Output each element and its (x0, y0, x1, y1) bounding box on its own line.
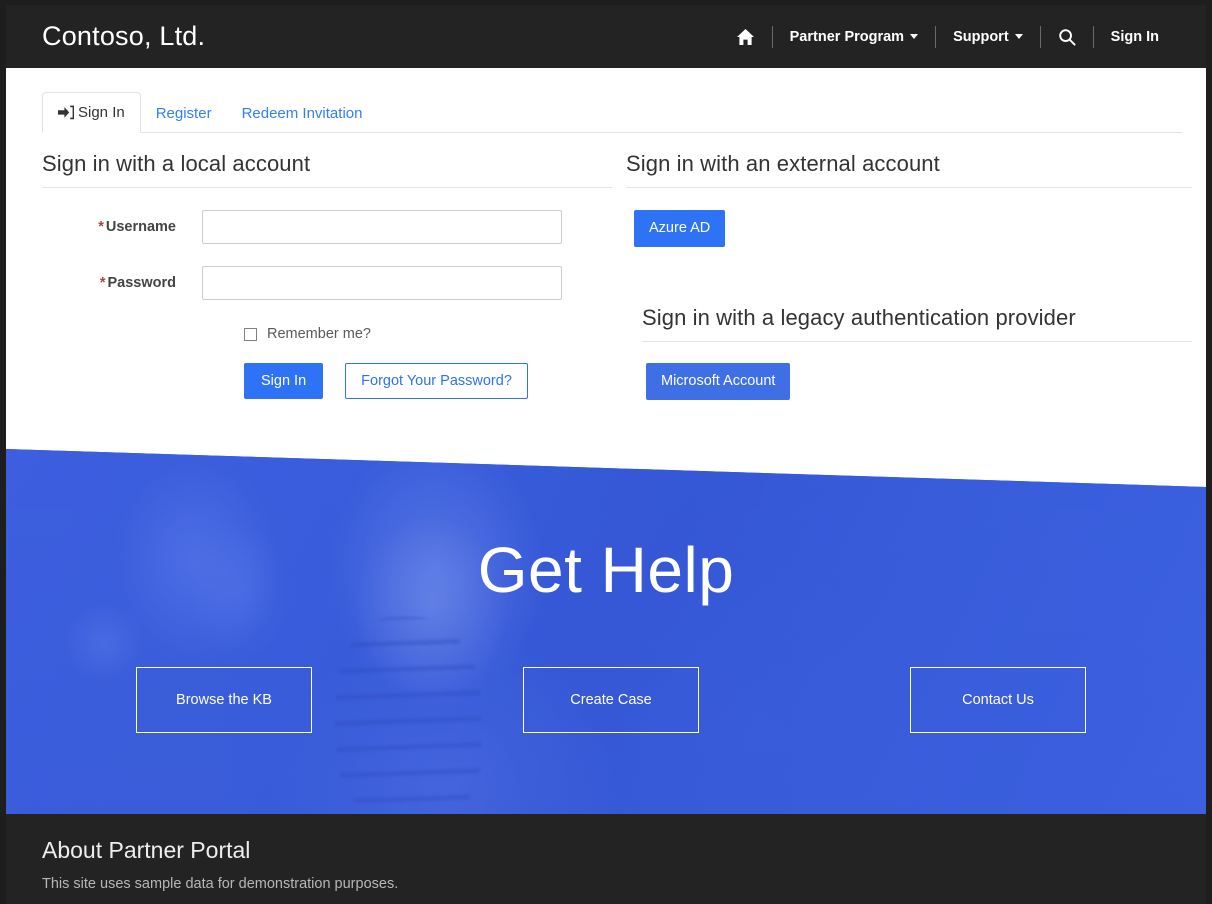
remember-me-row: Remember me? (244, 326, 612, 342)
tab-sign-in[interactable]: Sign In (42, 91, 141, 133)
hero-button-create-case[interactable]: Create Case (523, 667, 699, 733)
page-viewport: Contoso, Ltd. Partner Program Support Si… (6, 5, 1206, 904)
password-label: * Password (42, 275, 202, 291)
brand-logo[interactable]: Contoso, Ltd. (42, 21, 205, 52)
hero-banner: Get Help Browse the KB Create Case Conta… (6, 442, 1206, 814)
username-label-text: Username (105, 219, 176, 235)
provider-button-azure-ad[interactable]: Azure AD (634, 210, 726, 247)
external-account-section: Sign in with an external account Azure A… (626, 151, 1192, 400)
nav-home-link[interactable] (719, 5, 772, 68)
browser-frame: Contoso, Ltd. Partner Program Support Si… (0, 0, 1212, 904)
external-account-heading: Sign in with an external account (626, 151, 1192, 188)
legacy-provider-heading: Sign in with a legacy authentication pro… (642, 305, 1192, 342)
sign-in-icon (58, 105, 74, 120)
chevron-down-icon (1014, 34, 1023, 39)
nav-item-support[interactable]: Support (936, 5, 1040, 68)
page-footer: About Partner Portal This site uses samp… (6, 814, 1206, 904)
legacy-providers-list: Microsoft Account (646, 362, 1192, 400)
required-marker: * (99, 275, 106, 291)
required-marker: * (98, 219, 104, 235)
username-input[interactable] (202, 210, 562, 244)
tab-label: Register (155, 104, 212, 122)
hero-action-buttons: Browse the KB Create Case Contact Us (136, 667, 1086, 733)
search-icon (1058, 28, 1076, 46)
tab-redeem-invitation[interactable]: Redeem Invitation (227, 94, 378, 133)
forgot-password-button[interactable]: Forgot Your Password? (345, 363, 528, 400)
tab-label: Redeem Invitation (241, 104, 363, 122)
local-account-heading: Sign in with a local account (42, 151, 612, 188)
password-label-text: Password (107, 275, 177, 291)
footer-text: This site uses sample data for demonstra… (42, 876, 399, 892)
remember-me-label[interactable]: Remember me? (267, 326, 371, 342)
chevron-down-icon (910, 34, 919, 39)
password-input[interactable] (202, 266, 562, 300)
hero-color-overlay (6, 449, 1206, 814)
nav-right-group: Partner Program Support Sign In (719, 5, 1176, 68)
password-row: * Password (42, 266, 612, 300)
tab-register[interactable]: Register (141, 94, 227, 133)
hero-button-browse-the-kb[interactable]: Browse the KB (136, 667, 312, 733)
nav-item-partner-program[interactable]: Partner Program (773, 5, 935, 68)
local-actions-row: Sign In Forgot Your Password? (244, 363, 612, 400)
home-icon (736, 28, 755, 46)
local-account-section: Sign in with a local account * Username *… (42, 151, 612, 400)
username-label: * Username (42, 219, 202, 235)
username-row: * Username (42, 210, 612, 244)
provider-button-microsoft-account[interactable]: Microsoft Account (646, 362, 791, 400)
nav-item-label: Support (953, 28, 1009, 45)
sign-in-button[interactable]: Sign In (244, 363, 324, 400)
footer-title: About Partner Portal (42, 837, 251, 863)
hero-button-contact-us[interactable]: Contact Us (910, 667, 1086, 733)
auth-tab-list: Sign In Register Redeem Invitation (42, 87, 1182, 133)
tab-label: Sign In (78, 103, 125, 121)
nav-sign-in-label: Sign In (1110, 28, 1159, 45)
nav-sign-in-link[interactable]: Sign In (1094, 5, 1176, 68)
hero-clip-shape (6, 449, 1206, 814)
nav-item-label: Partner Program (789, 28, 905, 45)
top-navigation-bar: Contoso, Ltd. Partner Program Support Si… (6, 5, 1206, 68)
remember-me-checkbox[interactable] (244, 327, 257, 341)
external-providers-list: Azure AD (634, 210, 1192, 247)
nav-search-button[interactable] (1041, 5, 1093, 68)
hero-title: Get Help (477, 534, 735, 606)
